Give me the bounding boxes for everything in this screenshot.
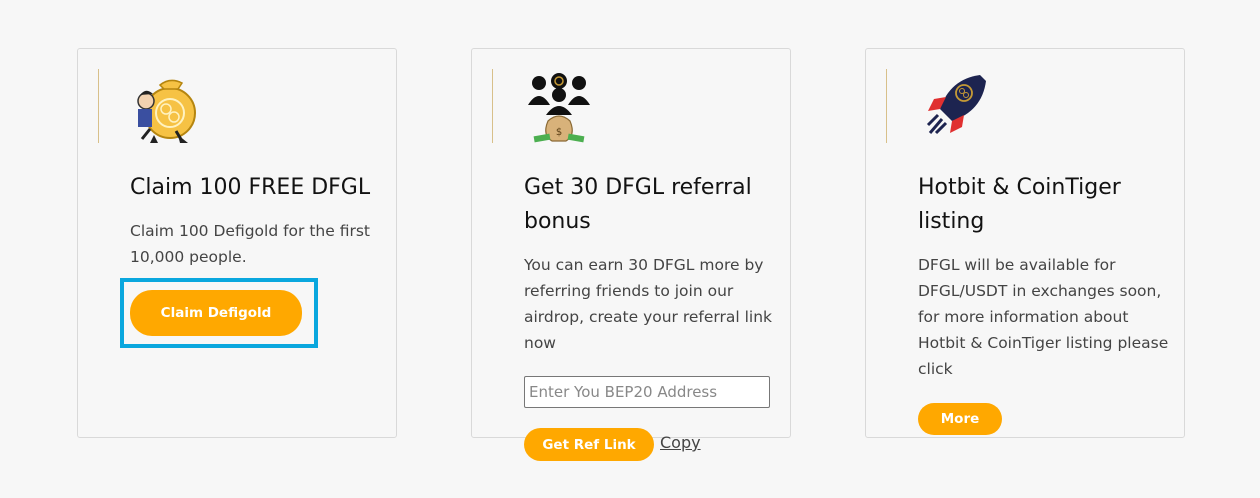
claim-card: Claim 100 FREE DFGL Claim 100 Defigold f… — [77, 48, 397, 438]
accent-divider — [492, 69, 493, 143]
referral-people-icon: $ — [528, 73, 590, 143]
card-title: Claim 100 FREE DFGL — [130, 175, 371, 200]
bep20-address-input[interactable] — [524, 376, 770, 408]
get-ref-link-button[interactable]: Get Ref Link — [524, 428, 654, 461]
card-description: DFGL will be available for DFGL/USDT in … — [918, 256, 1169, 378]
claim-defigold-button[interactable]: Claim Defigold — [130, 290, 302, 336]
referral-card: $ Get 30 DFGL referral bonus You can ear… — [471, 48, 791, 461]
accent-divider — [886, 69, 887, 143]
card-description: You can earn 30 DFGL more by referring f… — [524, 256, 773, 352]
airdrop-page: Claim 100 FREE DFGL Claim 100 Defigold f… — [0, 0, 1260, 498]
card-title: Get 30 DFGL referral bonus — [524, 175, 752, 234]
moneybag-man-icon — [137, 79, 196, 143]
listing-card: Hotbit & CoinTiger listing DFGL will be … — [865, 48, 1185, 438]
rocket-icon — [926, 75, 986, 135]
accent-divider — [98, 69, 99, 143]
more-button[interactable]: More — [918, 403, 1002, 435]
svg-text:$: $ — [556, 127, 562, 138]
card-title: Hotbit & CoinTiger listing — [918, 175, 1121, 234]
card-description: Claim 100 Defigold for the first 10,000 … — [130, 222, 370, 266]
copy-link[interactable]: Copy — [660, 433, 701, 452]
